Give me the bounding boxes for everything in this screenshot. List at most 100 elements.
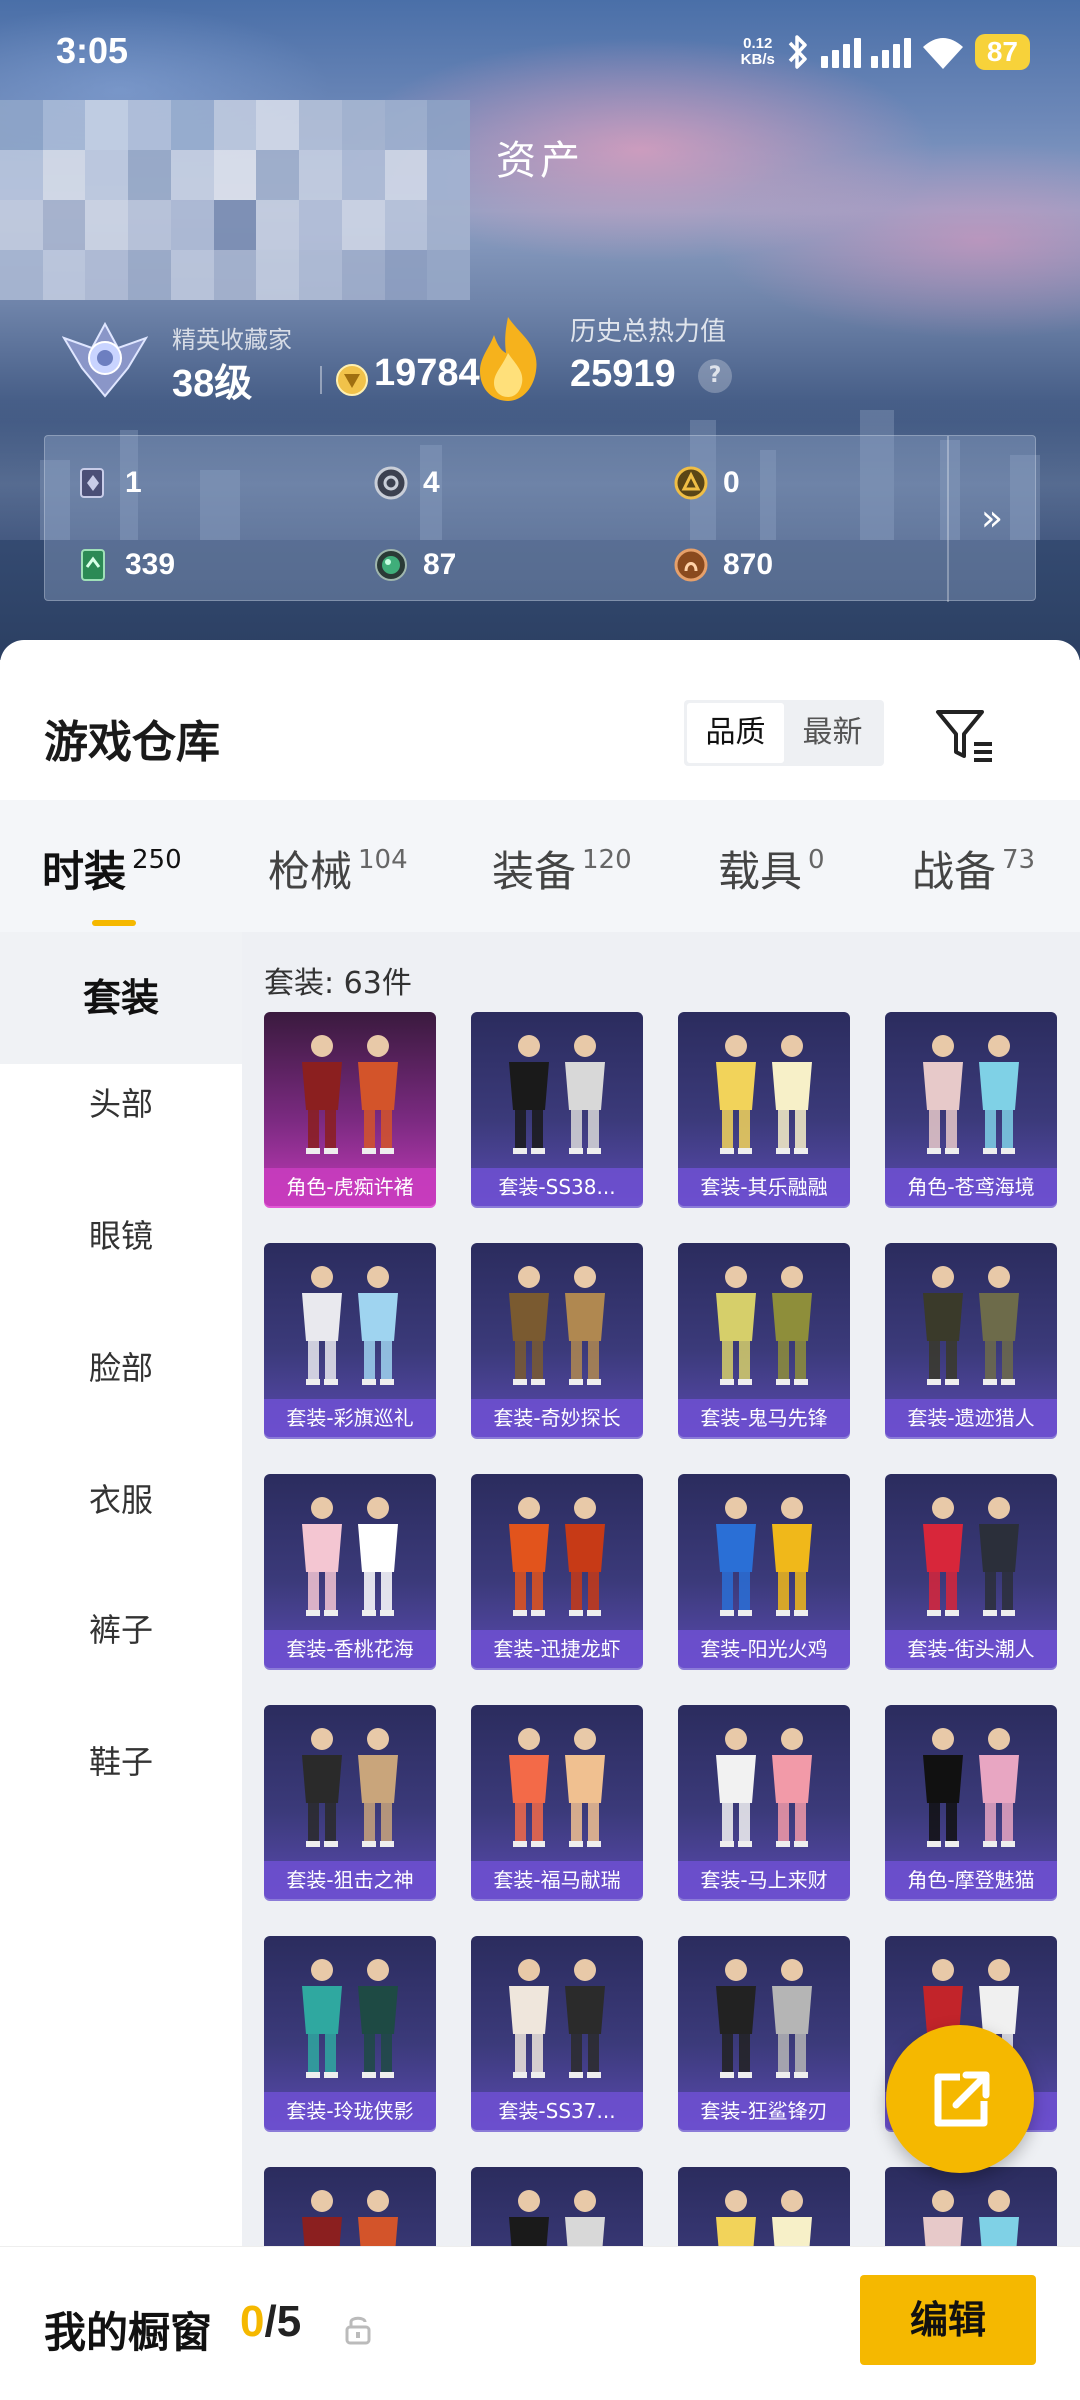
sidebar-item-shoes[interactable]: 鞋子 bbox=[0, 1696, 242, 1828]
sort-toggle: 品质 最新 bbox=[684, 700, 884, 766]
sidebar-item-clothes[interactable]: 衣服 bbox=[0, 1434, 242, 1566]
item-grid: 套装: 63件 角色-虎痴许褚 套装-SS38... 套装-其乐融融 角色-苍鸢海境套… bbox=[242, 932, 1080, 2400]
item-card[interactable]: 套装-福马献瑞 bbox=[471, 1705, 643, 1899]
item-card[interactable]: 套装-遗迹猎人 bbox=[885, 1243, 1057, 1437]
item-card[interactable]: 套装-SS37... bbox=[471, 1936, 643, 2130]
outfit-image bbox=[716, 1728, 812, 1847]
item-card-label: 套装-香桃花海 bbox=[264, 1630, 436, 1668]
outfit-image bbox=[302, 1959, 398, 2078]
sort-quality-button[interactable]: 品质 bbox=[687, 703, 784, 763]
showcase-count: 0/5 bbox=[240, 2297, 302, 2346]
flame-icon bbox=[480, 317, 537, 401]
item-card-label: 套装-奇妙探长 bbox=[471, 1399, 643, 1437]
signal-icon-2 bbox=[870, 36, 911, 68]
edit-showcase-button[interactable]: 编辑 bbox=[860, 2275, 1036, 2365]
outfit-image bbox=[716, 1266, 812, 1385]
item-card-label: 套装-鬼马先锋 bbox=[678, 1399, 850, 1437]
currency-panel: 1 4 0 339 87 870 » bbox=[44, 435, 1036, 602]
tab-supplies[interactable]: 战备 73 bbox=[912, 838, 1035, 899]
item-card[interactable]: 套装-马上来财 bbox=[678, 1705, 850, 1899]
category-tabs: 时装 250 枪械 104 装备 120 载具 0 战备 73 bbox=[0, 800, 1080, 932]
currency-item: 4 bbox=[373, 458, 440, 508]
item-card[interactable]: 套装-香桃花海 bbox=[264, 1474, 436, 1668]
heat-title: 历史总热力值 bbox=[570, 317, 727, 347]
item-card[interactable]: 套装-迅捷龙虾 bbox=[471, 1474, 643, 1668]
tab-equipment[interactable]: 装备 120 bbox=[492, 838, 632, 899]
green-ticket-icon bbox=[81, 549, 105, 581]
item-card[interactable]: 套装-玲珑侠影 bbox=[264, 1936, 436, 2130]
silver-coin-icon bbox=[374, 466, 408, 500]
item-card-label: 角色-虎痴许褚 bbox=[264, 1168, 436, 1206]
sidebar-item-pants[interactable]: 裤子 bbox=[0, 1564, 242, 1696]
sort-newest-button[interactable]: 最新 bbox=[784, 703, 881, 763]
item-card[interactable]: 套装-SS38... bbox=[471, 1012, 643, 1206]
filter-icon[interactable] bbox=[930, 700, 1000, 770]
sidebar-item-glasses[interactable]: 眼镜 bbox=[0, 1170, 242, 1302]
item-card[interactable]: 套装-鬼马先锋 bbox=[678, 1243, 850, 1437]
outfit-image bbox=[923, 1266, 1019, 1385]
tab-vehicles[interactable]: 载具 0 bbox=[718, 838, 825, 899]
currency-more-button[interactable]: » bbox=[947, 436, 1035, 602]
rank-emblem-icon bbox=[62, 321, 148, 398]
item-card[interactable]: 套装-街头潮人 bbox=[885, 1474, 1057, 1668]
divider bbox=[320, 366, 322, 394]
outfit-image bbox=[923, 1035, 1019, 1154]
item-card-label: 套装-街头潮人 bbox=[885, 1630, 1057, 1668]
battery-indicator: 87 bbox=[974, 34, 1030, 70]
item-card-label: 套装-玲珑侠影 bbox=[264, 2092, 436, 2130]
currency-item: 0 bbox=[673, 458, 740, 508]
outfit-image bbox=[716, 1497, 812, 1616]
item-card-label: 套装-马上来财 bbox=[678, 1861, 850, 1899]
outfit-image bbox=[716, 1959, 812, 2078]
page-title: 资产 bbox=[496, 138, 584, 184]
coin-balance: 19784 bbox=[374, 352, 480, 394]
bluetooth-icon bbox=[788, 35, 807, 69]
item-card[interactable]: 角色-虎痴许褚 bbox=[264, 1012, 436, 1206]
outfit-image bbox=[302, 1728, 398, 1847]
item-card-label: 套装-其乐融融 bbox=[678, 1168, 850, 1206]
status-time: 3:05 bbox=[56, 30, 129, 71]
item-card-label: 套装-遗迹猎人 bbox=[885, 1399, 1057, 1437]
help-icon[interactable]: ? bbox=[698, 359, 732, 393]
coin-icon bbox=[336, 364, 368, 396]
active-tab-indicator bbox=[92, 920, 136, 926]
currency-item: 870 bbox=[673, 540, 773, 590]
item-card[interactable]: 套装-阳光火鸡 bbox=[678, 1474, 850, 1668]
item-card-label: 套装-迅捷龙虾 bbox=[471, 1630, 643, 1668]
outfit-image bbox=[716, 1035, 812, 1154]
showcase-bar: 我的橱窗 0/5 编辑 bbox=[0, 2246, 1080, 2400]
item-card-label: 套装-SS37... bbox=[471, 2092, 643, 2130]
showcase-label: 我的橱窗 bbox=[44, 2308, 213, 2357]
currency-item: 87 bbox=[373, 540, 456, 590]
outfit-image bbox=[509, 1959, 605, 2078]
item-card[interactable]: 套装-狙击之神 bbox=[264, 1705, 436, 1899]
outfit-image bbox=[509, 1035, 605, 1154]
item-card[interactable]: 套装-彩旗巡礼 bbox=[264, 1243, 436, 1437]
tab-fashion[interactable]: 时装 250 bbox=[42, 838, 182, 899]
item-card-label: 套装-狂鲨锋刃 bbox=[678, 2092, 850, 2130]
card-icon bbox=[80, 468, 104, 498]
item-card-label: 套装-SS38... bbox=[471, 1168, 643, 1206]
outfit-image bbox=[923, 1728, 1019, 1847]
item-card-label: 套装-阳光火鸡 bbox=[678, 1630, 850, 1668]
sidebar-item-head[interactable]: 头部 bbox=[0, 1038, 242, 1170]
item-card-label: 角色-摩登魅猫 bbox=[885, 1861, 1057, 1899]
item-card[interactable]: 套装-狂鲨锋刃 bbox=[678, 1936, 850, 2130]
outfit-image bbox=[509, 1728, 605, 1847]
sidebar-item-face[interactable]: 脸部 bbox=[0, 1302, 242, 1434]
share-fab-button[interactable] bbox=[886, 2025, 1034, 2173]
signal-icon bbox=[820, 36, 861, 68]
currency-item: 339 bbox=[75, 540, 175, 590]
tab-firearms[interactable]: 枪械 104 bbox=[268, 838, 408, 899]
item-card-label: 套装-狙击之神 bbox=[264, 1861, 436, 1899]
item-card[interactable]: 角色-摩登魅猫 bbox=[885, 1705, 1057, 1899]
item-card[interactable]: 套装-奇妙探长 bbox=[471, 1243, 643, 1437]
item-card[interactable]: 套装-其乐融融 bbox=[678, 1012, 850, 1206]
item-card[interactable]: 角色-苍鸢海境 bbox=[885, 1012, 1057, 1206]
rank-level: 38级 bbox=[172, 363, 253, 405]
outfit-image bbox=[302, 1497, 398, 1616]
outfit-image bbox=[509, 1266, 605, 1385]
collector-rank[interactable]: 精英收藏家 38级 19784 bbox=[62, 318, 482, 408]
status-icons: 0.12 KB/s 87 bbox=[741, 30, 1030, 74]
lock-icon bbox=[345, 2316, 371, 2345]
